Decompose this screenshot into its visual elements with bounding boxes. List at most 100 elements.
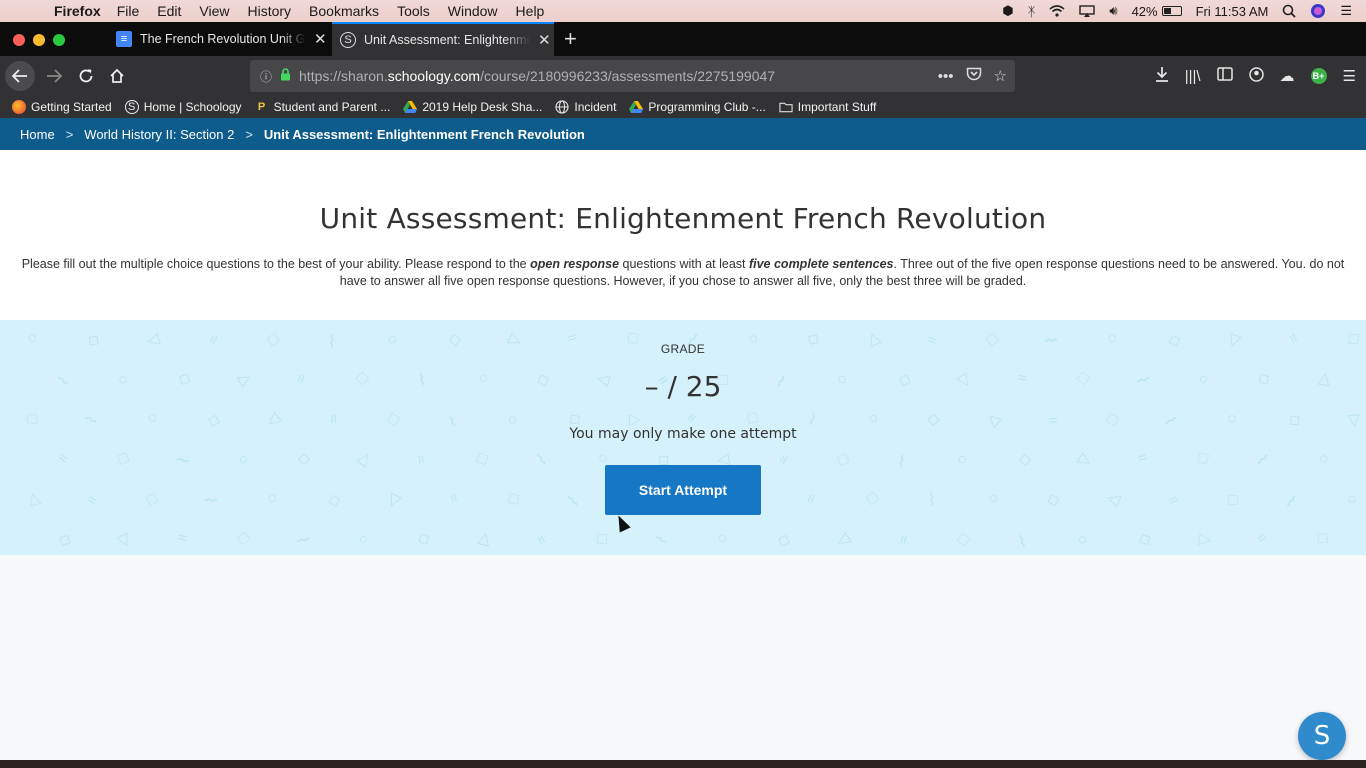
minimize-window-button[interactable] (33, 34, 45, 46)
bookmark-label: Getting Started (31, 100, 112, 114)
url-bar[interactable]: ⓘ https://sharon.schoology.com/course/21… (250, 60, 1015, 92)
bookmark-programming-club[interactable]: Programming Club -... (629, 100, 766, 114)
grammarly-extension-icon[interactable]: B+ (1310, 68, 1327, 84)
lock-icon[interactable] (280, 68, 291, 84)
tab-unit-assessment[interactable]: S Unit Assessment: Enlightenmen ✕ (332, 22, 554, 56)
menu-view[interactable]: View (199, 0, 229, 22)
bookmark-home-schoology[interactable]: S Home | Schoology (124, 100, 242, 114)
notification-center-icon[interactable]: ☰ (1340, 3, 1352, 19)
instructions-text: Please fill out the multiple choice ques… (21, 257, 531, 271)
background-pattern-shape: ⌇ (896, 450, 907, 469)
background-pattern-shape: ○ (1074, 529, 1091, 550)
menu-edit[interactable]: Edit (157, 0, 181, 22)
bluetooth-icon[interactable]: ᛡ (1028, 4, 1036, 19)
background-pattern-shape: ▽ (475, 529, 492, 550)
close-tab-icon[interactable]: ✕ (314, 30, 327, 48)
page-actions-icon[interactable]: ••• (938, 68, 954, 85)
bookmark-important-stuff[interactable]: Important Stuff (779, 100, 877, 114)
url-path: /course/2180996233/assessments/227519904… (480, 68, 776, 84)
bookmark-star-icon[interactable]: ☆ (994, 67, 1007, 85)
bookmark-label: Home | Schoology (143, 100, 242, 114)
volume-icon[interactable]: 🔊︎ (1109, 3, 1117, 19)
tab-french-revolution-guide[interactable]: ≡ The French Revolution Unit Gui ✕ (106, 22, 330, 56)
bookmark-getting-started[interactable]: Getting Started (12, 100, 112, 114)
tab-bar: ≡ The French Revolution Unit Gui ✕ S Uni… (0, 22, 1366, 56)
new-tab-icon[interactable]: + (564, 26, 577, 52)
forward-button[interactable] (44, 66, 64, 86)
clock[interactable]: Fri 11:53 AM (1196, 4, 1269, 19)
bookmark-help-desk[interactable]: 2019 Help Desk Sha... (403, 100, 542, 114)
url-text[interactable]: https://sharon.schoology.com/course/2180… (299, 68, 775, 84)
background-pattern-shape: ○ (1342, 492, 1362, 506)
dropbox-icon[interactable]: ⬢ (1002, 3, 1013, 19)
bookmark-label: Programming Club -... (648, 100, 766, 114)
airplay-icon[interactable] (1079, 4, 1096, 18)
site-info-icon[interactable]: ⓘ (260, 68, 272, 85)
home-icon[interactable] (107, 66, 127, 86)
tab-title: Unit Assessment: Enlightenmen (364, 33, 530, 47)
background-pattern-shape: ≈ (1163, 489, 1181, 509)
attempt-note: You may only make one attempt (569, 426, 797, 442)
siri-icon[interactable] (1310, 3, 1326, 19)
pocket-icon[interactable] (966, 67, 982, 85)
status-area: ⬢ ᛡ 🔊︎ 42% Fri 11:53 AM ☰ (1002, 0, 1366, 22)
wifi-icon[interactable] (1049, 5, 1065, 17)
account-icon[interactable] (1248, 66, 1264, 86)
battery-indicator[interactable]: 42% (1132, 4, 1182, 19)
bookmark-student-and-parent[interactable]: P Student and Parent ... (255, 100, 391, 114)
breadcrumb-current: Unit Assessment: Enlightenment French Re… (263, 126, 585, 142)
reload-icon[interactable] (76, 66, 96, 86)
downloads-icon[interactable] (1155, 66, 1169, 86)
instructions-emphasis: open response (530, 257, 620, 271)
menu-help[interactable]: Help (516, 0, 545, 22)
start-attempt-button[interactable]: Start Attempt (605, 465, 761, 515)
sidebar-icon[interactable] (1216, 67, 1233, 85)
google-drive-icon (629, 100, 644, 114)
background-pattern-shape: ○ (352, 530, 373, 548)
breadcrumb-home-link[interactable]: Home (20, 127, 55, 142)
extension-icon[interactable]: ☁ (1280, 67, 1295, 85)
background-pattern-shape: □ (593, 533, 611, 545)
close-window-button[interactable] (13, 34, 25, 46)
menu-hamburger-icon[interactable]: ☰ (1343, 67, 1356, 85)
background-pattern-shape: ○ (262, 489, 282, 508)
background-pattern-shape: ⌇ (171, 453, 191, 467)
menu-app-firefox[interactable]: Firefox (54, 0, 101, 22)
bookmark-label: Student and Parent ... (273, 100, 391, 114)
bookmark-label: Important Stuff (797, 100, 877, 114)
schoology-chat-button[interactable]: S (1298, 712, 1346, 760)
background-pattern-shape: ⌇ (1283, 490, 1301, 509)
zoom-window-button[interactable] (53, 34, 65, 46)
background-pattern-shape: ○ (1222, 412, 1242, 426)
spotlight-search-icon[interactable] (1282, 4, 1296, 18)
menu-history[interactable]: History (247, 0, 291, 22)
schoology-icon: S (124, 100, 139, 114)
background-pattern-shape: ▽ (1073, 450, 1095, 470)
menu-window[interactable]: Window (448, 0, 498, 22)
breadcrumb-course-link[interactable]: World History II: Section 2 (84, 127, 234, 142)
breadcrumb-separator: > (65, 126, 74, 142)
library-icon[interactable]: |||\ (1185, 68, 1201, 85)
google-docs-icon: ≡ (116, 31, 132, 47)
tab-title: The French Revolution Unit Gui (140, 32, 306, 46)
instructions-text: questions with at least (619, 257, 749, 271)
background-pattern-shape: ◇ (326, 490, 342, 511)
url-prefix: https://sharon. (299, 68, 388, 84)
close-tab-icon[interactable]: ✕ (538, 31, 551, 49)
menu-file[interactable]: File (117, 0, 140, 22)
battery-fill (1163, 8, 1171, 14)
background-pattern-shape: ○ (233, 449, 252, 470)
breadcrumb: Home > World History II: Section 2 > Uni… (0, 118, 1366, 150)
grade-value: – / 25 (644, 370, 722, 403)
back-button[interactable] (5, 61, 35, 91)
background-pattern-shape: ▽ (832, 530, 854, 551)
bookmark-incident[interactable]: Incident (555, 100, 616, 114)
background-pattern-shape: ⌇ (652, 532, 672, 549)
background-pattern-shape: ▽ (1103, 491, 1124, 509)
background-pattern-shape: □ (1226, 490, 1238, 509)
menu-bookmarks[interactable]: Bookmarks (309, 0, 379, 22)
background-pattern-shape: □ (1195, 449, 1210, 469)
background-pattern-shape: □ (503, 492, 523, 506)
page-title: Unit Assessment: Enlightenment French Re… (319, 202, 1047, 235)
menu-tools[interactable]: Tools (397, 0, 430, 22)
